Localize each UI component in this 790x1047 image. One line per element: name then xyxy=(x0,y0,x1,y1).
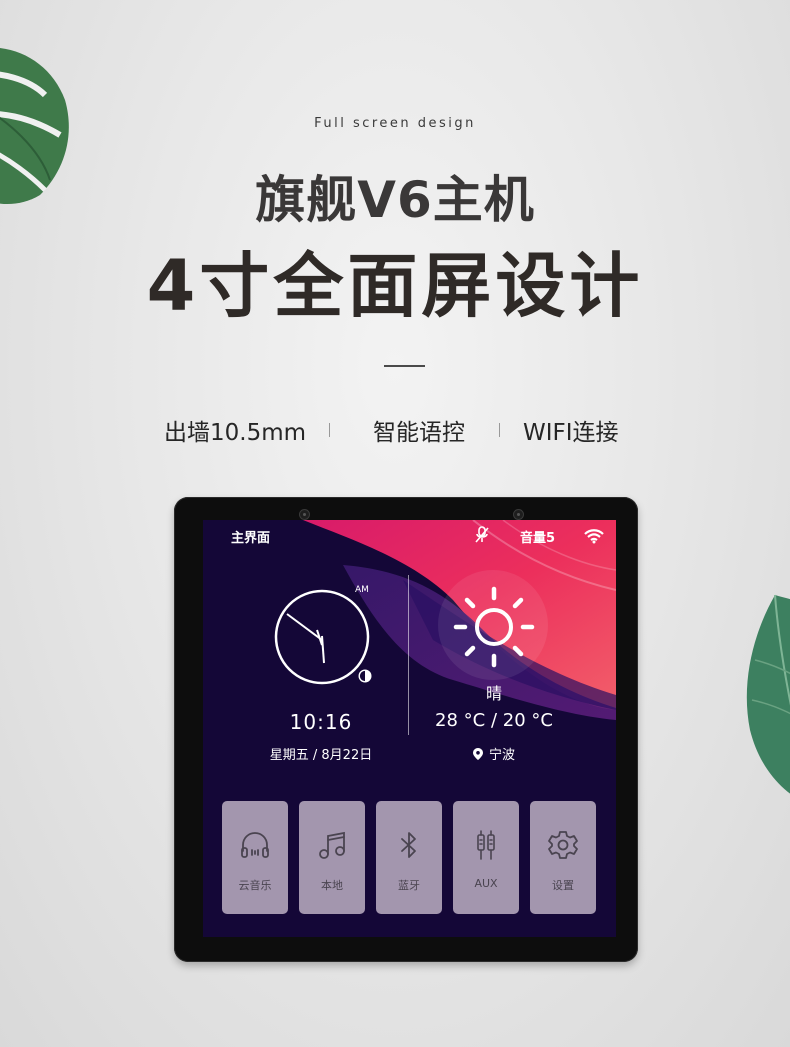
aux-cable-icon xyxy=(477,830,495,860)
sun-icon xyxy=(453,586,535,668)
subtitle-english: Full screen design xyxy=(314,116,476,131)
app-tile-label: 云音乐 xyxy=(238,879,272,892)
feature-voice-control: 智能语控 xyxy=(373,420,465,446)
date-label: 星期五 / 8月22日 xyxy=(269,748,373,763)
headphones-icon xyxy=(241,832,269,858)
feature-separator xyxy=(329,423,330,437)
app-tile-settings[interactable]: 设置 xyxy=(530,801,596,914)
app-tile-label: 本地 xyxy=(321,879,343,892)
music-note-icon xyxy=(319,831,345,859)
headline-screen: 4寸全面屏设计 xyxy=(146,245,644,327)
digital-time: 10:16 xyxy=(289,710,353,734)
divider xyxy=(384,365,425,367)
app-tile-bluetooth[interactable]: 蓝牙 xyxy=(376,801,442,914)
app-tile-label: 蓝牙 xyxy=(398,879,420,892)
minute-hand xyxy=(286,613,323,641)
am-pm-label: AM xyxy=(355,585,369,595)
volume-indicator[interactable]: 音量5 xyxy=(520,527,555,546)
device-screen: 主界面 音量5 AM 10:16 星期五 / 8月22日 晴 28 °C / 2… xyxy=(203,520,616,937)
mic-off-icon[interactable] xyxy=(474,526,490,544)
feature-list: 出墙10.5mm 智能语控 WIFI连接 xyxy=(0,413,790,449)
app-tile-aux[interactable]: AUX xyxy=(453,801,519,914)
weather-location: 宁波 xyxy=(409,744,579,763)
location-pin-icon xyxy=(472,748,483,760)
leaf-decoration xyxy=(746,594,790,794)
weather-temperature: 28 °C / 20 °C xyxy=(435,710,553,731)
half-moon-icon[interactable] xyxy=(358,669,372,683)
app-tile-cloud-music[interactable]: 云音乐 xyxy=(222,801,288,914)
headline-product: 旗舰V6主机 xyxy=(255,171,535,229)
gear-icon xyxy=(548,831,578,859)
app-tile-label: AUX xyxy=(474,877,498,890)
camera-sensor xyxy=(299,509,310,520)
weather-condition: 晴 xyxy=(485,684,502,703)
location-name: 宁波 xyxy=(488,748,515,763)
feature-wifi: WIFI连接 xyxy=(523,420,619,446)
app-launcher: 云音乐 本地 蓝牙 AUX 设置 xyxy=(222,801,597,914)
analog-clock xyxy=(274,589,370,685)
bluetooth-icon xyxy=(401,832,416,858)
app-tile-label: 设置 xyxy=(552,879,574,892)
second-hand xyxy=(321,635,325,664)
feature-separator xyxy=(499,423,500,437)
camera-sensor xyxy=(513,509,524,520)
screen-title: 主界面 xyxy=(231,531,271,546)
app-tile-local-music[interactable]: 本地 xyxy=(299,801,365,914)
wifi-icon[interactable] xyxy=(584,528,604,544)
feature-wall-depth: 出墙10.5mm xyxy=(164,420,307,446)
device-bezel: 主界面 音量5 AM 10:16 星期五 / 8月22日 晴 28 °C / 2… xyxy=(174,497,638,962)
